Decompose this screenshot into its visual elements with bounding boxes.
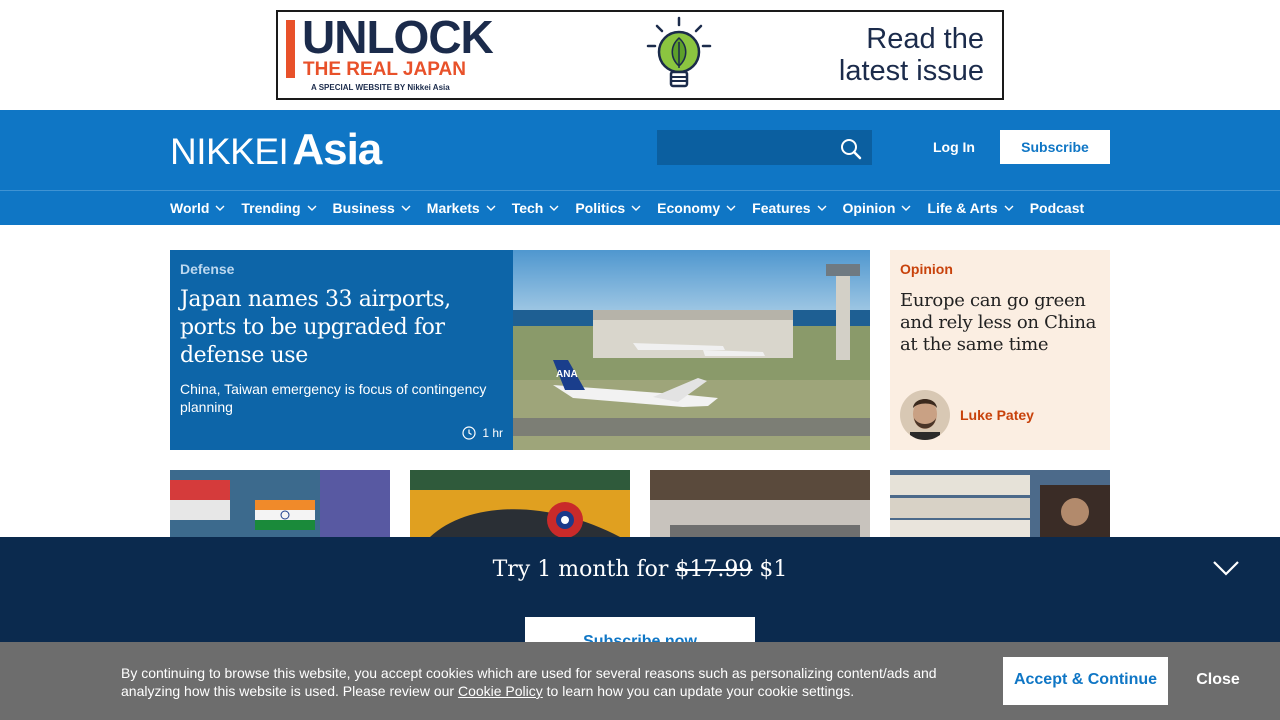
- nav-item-politics[interactable]: Politics: [575, 201, 641, 215]
- nav-item-label: Tech: [511, 200, 544, 216]
- hero-subtitle: China, Taiwan emergency is focus of cont…: [180, 380, 487, 415]
- nav-item-label: World: [170, 200, 210, 216]
- main-nav: World Trending Business Markets Tech Politics…: [0, 190, 1280, 225]
- nav-item-label: Podcast: [1029, 200, 1085, 216]
- cookie-policy-link[interactable]: Cookie Policy: [458, 683, 543, 699]
- nav-item-label: Features: [752, 200, 811, 216]
- ad-accent-bar: [286, 20, 295, 78]
- cookie-message: By continuing to browse this website, yo…: [121, 664, 951, 700]
- login-button[interactable]: Log In: [920, 130, 988, 164]
- opinion-card[interactable]: Opinion Europe can go green and rely les…: [890, 250, 1110, 450]
- promo-old-price: $17.99: [675, 557, 753, 582]
- opinion-headline[interactable]: Europe can go green and rely less on Chi…: [900, 290, 1100, 356]
- nav-item-life-arts[interactable]: Life & Arts: [927, 200, 1014, 216]
- nav-item-markets[interactable]: Markets: [427, 201, 496, 215]
- opinion-author[interactable]: Luke Patey: [900, 390, 1034, 440]
- site-header: NIKKEI Asia Log In Subscribe: [0, 110, 1280, 190]
- chevron-down-icon: [401, 205, 411, 211]
- chevron-down-icon: [215, 205, 225, 211]
- nav-item-label: Trending: [241, 200, 301, 216]
- svg-text:ANA: ANA: [556, 369, 578, 380]
- nav-item-features[interactable]: Features: [752, 200, 827, 216]
- nav-item-trending[interactable]: Trending: [241, 200, 317, 216]
- chevron-down-icon: [817, 205, 827, 211]
- hero-story[interactable]: Defense Japan names 33 airports, ports t…: [170, 250, 870, 450]
- logo-nikkei: NIKKEI: [170, 131, 289, 172]
- chevron-down-icon: [1004, 205, 1014, 211]
- thumbnail-india-flags[interactable]: [170, 470, 390, 537]
- promo-new-price: $1: [759, 557, 788, 582]
- ad-headline: UNLOCK: [302, 11, 494, 63]
- hero-timestamp: 1 hr: [462, 426, 503, 440]
- chevron-down-icon: [549, 205, 559, 211]
- hero-headline[interactable]: Japan names 33 airports, ports to be upg…: [180, 286, 503, 370]
- promo-offer: Try 1 month for $17.99 $1: [0, 557, 1280, 583]
- ad-cta-line1: Read the: [866, 23, 984, 55]
- close-button[interactable]: Close: [1180, 657, 1256, 705]
- nav-item-opinion[interactable]: Opinion: [843, 201, 912, 215]
- chevron-down-icon: [901, 205, 911, 211]
- ad-byline: A SPECIAL WEBSITE BY Nikkei Asia: [311, 83, 450, 92]
- logo-asia: Asia: [292, 125, 382, 174]
- chevron-down-icon: [486, 205, 496, 211]
- nav-item-label: Business: [332, 200, 395, 216]
- nav-item-tech[interactable]: Tech: [512, 201, 560, 215]
- hero-text-panel: Defense Japan names 33 airports, ports t…: [170, 250, 513, 450]
- hero-section-label[interactable]: Defense: [180, 262, 503, 276]
- lightbulb-icon: [646, 16, 712, 88]
- cookie-text-after: to learn how you can update your cookie …: [546, 683, 855, 699]
- chevron-down-icon: [726, 205, 736, 211]
- hero-time-text: 1 hr: [482, 426, 503, 440]
- nav-item-label: Opinion: [842, 200, 896, 216]
- ad-banner[interactable]: UNLOCK THE REAL JAPAN A SPECIAL WEBSITE …: [276, 10, 1004, 100]
- ad-area: UNLOCK THE REAL JAPAN A SPECIAL WEBSITE …: [0, 0, 1280, 110]
- collapse-chevron-icon[interactable]: [1212, 559, 1240, 577]
- nav-item-label: Markets: [426, 200, 480, 216]
- ad-cta: Read the latest issue: [838, 23, 984, 88]
- accept-continue-button[interactable]: Accept & Continue: [1003, 657, 1168, 705]
- opinion-section-label[interactable]: Opinion: [900, 262, 1100, 276]
- search-icon[interactable]: [840, 138, 862, 160]
- subscription-promo: Try 1 month for $17.99 $1 Subscribe now: [0, 537, 1280, 657]
- thumbnail-rice-shop[interactable]: [890, 470, 1110, 537]
- nav-item-economy[interactable]: Economy: [657, 201, 736, 215]
- promo-prefix: Try 1 month for: [492, 557, 669, 582]
- clock-icon: [462, 426, 476, 440]
- site-logo[interactable]: NIKKEI Asia: [170, 125, 382, 174]
- nav-item-podcast[interactable]: Podcast: [1030, 201, 1084, 215]
- chevron-down-icon: [307, 205, 317, 211]
- nav-item-world[interactable]: World: [170, 201, 225, 215]
- nav-item-label: Economy: [657, 200, 721, 216]
- author-avatar: [900, 390, 950, 440]
- chevron-down-icon: [631, 205, 641, 211]
- story-thumbnails: [170, 470, 1110, 537]
- thumbnail-submarine[interactable]: [410, 470, 630, 537]
- cookie-banner: By continuing to browse this website, yo…: [0, 642, 1280, 720]
- nav-item-label: Life & Arts: [927, 200, 998, 216]
- ad-cta-line2: latest issue: [838, 54, 984, 87]
- author-name[interactable]: Luke Patey: [960, 408, 1034, 422]
- nav-item-business[interactable]: Business: [333, 201, 411, 215]
- subscribe-button[interactable]: Subscribe: [1000, 130, 1110, 164]
- nav-item-label: Politics: [575, 200, 626, 216]
- thumbnail-sign[interactable]: [650, 470, 870, 537]
- ad-subheadline: THE REAL JAPAN: [303, 59, 466, 80]
- hero-airport-image[interactable]: ANA: [513, 250, 870, 450]
